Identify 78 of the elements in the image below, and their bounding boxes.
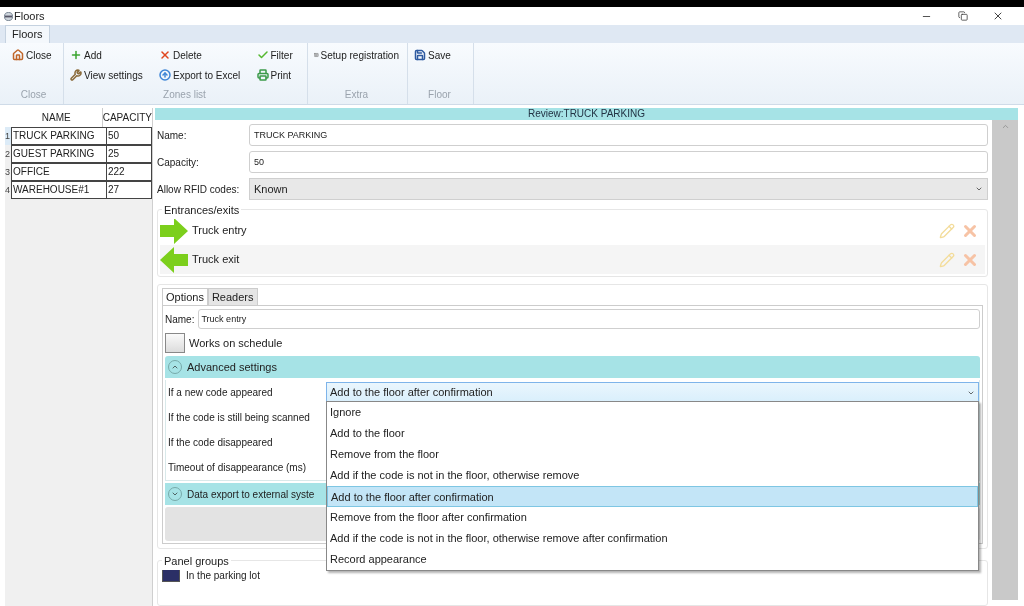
print-icon bbox=[256, 69, 269, 81]
dropdown-option[interactable]: Add if the code is not in the floor, otherwise remove after confirmation bbox=[327, 528, 978, 549]
dropdown-option[interactable]: Add if the code is not in the floor, otherwise remove bbox=[327, 465, 978, 486]
ribbon-button[interactable]: Export to Excel bbox=[157, 65, 249, 85]
table-cell: WAREHOUSE#1 bbox=[11, 181, 107, 199]
text-field[interactable]: Truck entry bbox=[198, 309, 980, 329]
setting-label: If the code disappeared bbox=[167, 436, 274, 450]
table-cell: TRUCK PARKING bbox=[11, 127, 107, 145]
table-cell: OFFICE bbox=[11, 163, 107, 181]
scrollbar[interactable] bbox=[992, 120, 1018, 600]
setting-label: If the code is still being scanned bbox=[167, 411, 311, 425]
options-tab[interactable]: Readers bbox=[207, 288, 258, 305]
row-number: 1 bbox=[5, 130, 11, 143]
text-field[interactable]: 50 bbox=[249, 151, 988, 173]
field-label: Allow RFID codes: bbox=[157, 182, 241, 197]
ribbon-button[interactable]: Filter bbox=[254, 45, 301, 65]
left-arrow-icon bbox=[160, 246, 188, 273]
chevron-down-icon bbox=[975, 185, 983, 193]
action-select[interactable]: Add to the floor after confirmation bbox=[326, 382, 979, 403]
row-number: 4 bbox=[5, 184, 11, 197]
dropdown-option[interactable]: Add to the floor after confirmation bbox=[327, 486, 978, 507]
table-row[interactable]: 3 OFFICE 222 bbox=[5, 163, 152, 181]
ribbon-group-label: Close bbox=[20, 88, 47, 102]
row-number: 2 bbox=[5, 148, 11, 161]
tools-icon bbox=[70, 69, 82, 81]
dropdown-option[interactable]: Remove from the floor after confirmation bbox=[327, 507, 978, 528]
field-label: Name: bbox=[157, 128, 188, 143]
text-field[interactable]: TRUCK PARKING bbox=[249, 124, 988, 146]
ribbon-button[interactable]: Close bbox=[10, 45, 57, 65]
ribbon-button[interactable]: Add bbox=[68, 45, 151, 65]
panel-group-name: In the parking lot bbox=[186, 569, 260, 583]
review-header: Review:TRUCK PARKING bbox=[155, 108, 1018, 120]
table-row[interactable]: 2 GUEST PARKING 25 bbox=[5, 145, 152, 163]
add-icon bbox=[70, 49, 82, 61]
table-cell: 25 bbox=[107, 145, 152, 163]
scroll-up-icon[interactable] bbox=[1000, 122, 1010, 131]
rfid-select[interactable]: Known bbox=[249, 178, 988, 200]
save-icon bbox=[414, 49, 426, 61]
ribbon-button[interactable]: Print bbox=[254, 65, 301, 85]
ribbon-group-label: Floor bbox=[428, 88, 451, 102]
filter-icon bbox=[256, 49, 269, 61]
ribbon-tab[interactable]: Floors bbox=[5, 25, 50, 43]
entrance-name: Truck exit bbox=[192, 252, 241, 268]
table-cell: GUEST PARKING bbox=[11, 145, 107, 163]
export-icon bbox=[159, 69, 171, 81]
app-icon bbox=[4, 11, 13, 21]
table-row[interactable]: 1 TRUCK PARKING 50 bbox=[5, 127, 152, 145]
entrance-name: Truck entry bbox=[192, 223, 248, 239]
row-number: 3 bbox=[5, 166, 11, 179]
restore-icon[interactable] bbox=[958, 11, 968, 21]
delete-icon bbox=[159, 49, 171, 61]
checkbox-label: Works on schedule bbox=[189, 335, 283, 351]
ribbon-button[interactable]: Delete bbox=[157, 45, 249, 65]
dropdown-option[interactable]: Remove from the floor bbox=[327, 444, 978, 465]
field-label: Capacity: bbox=[157, 155, 200, 170]
ribbon-button[interactable]: Save bbox=[412, 45, 467, 65]
ribbon-button[interactable]: Setup registration bbox=[312, 45, 401, 65]
window-title: Floors bbox=[14, 8, 45, 24]
dropdown-option[interactable]: Add to the floor bbox=[327, 423, 978, 444]
table-row[interactable]: 4 WAREHOUSE#1 27 bbox=[5, 181, 152, 199]
options-tab[interactable]: Options bbox=[162, 288, 208, 305]
dropdown-option[interactable]: Ignore bbox=[327, 402, 978, 423]
field-label: Name: bbox=[165, 312, 195, 327]
checkbox[interactable] bbox=[165, 333, 185, 353]
setting-label: Timeout of disappearance (ms) bbox=[167, 461, 308, 475]
section-header[interactable]: Advanced settings bbox=[165, 356, 980, 378]
ribbon-group-label: Zones list bbox=[163, 88, 206, 102]
close-icon[interactable] bbox=[992, 10, 1004, 22]
right-arrow-icon bbox=[160, 217, 188, 244]
table-cell: 222 bbox=[107, 163, 152, 181]
column-header[interactable]: CAPACITY bbox=[102, 108, 152, 127]
table-cell: 27 bbox=[107, 181, 152, 199]
table-cell: 50 bbox=[107, 127, 152, 145]
home-icon bbox=[12, 49, 24, 61]
setting-label: If a new code appeared bbox=[167, 386, 274, 400]
dropdown-option[interactable]: Record appearance bbox=[327, 549, 978, 570]
ribbon-group-label: Extra bbox=[344, 88, 369, 102]
ribbon-button[interactable]: View settings bbox=[68, 65, 151, 85]
